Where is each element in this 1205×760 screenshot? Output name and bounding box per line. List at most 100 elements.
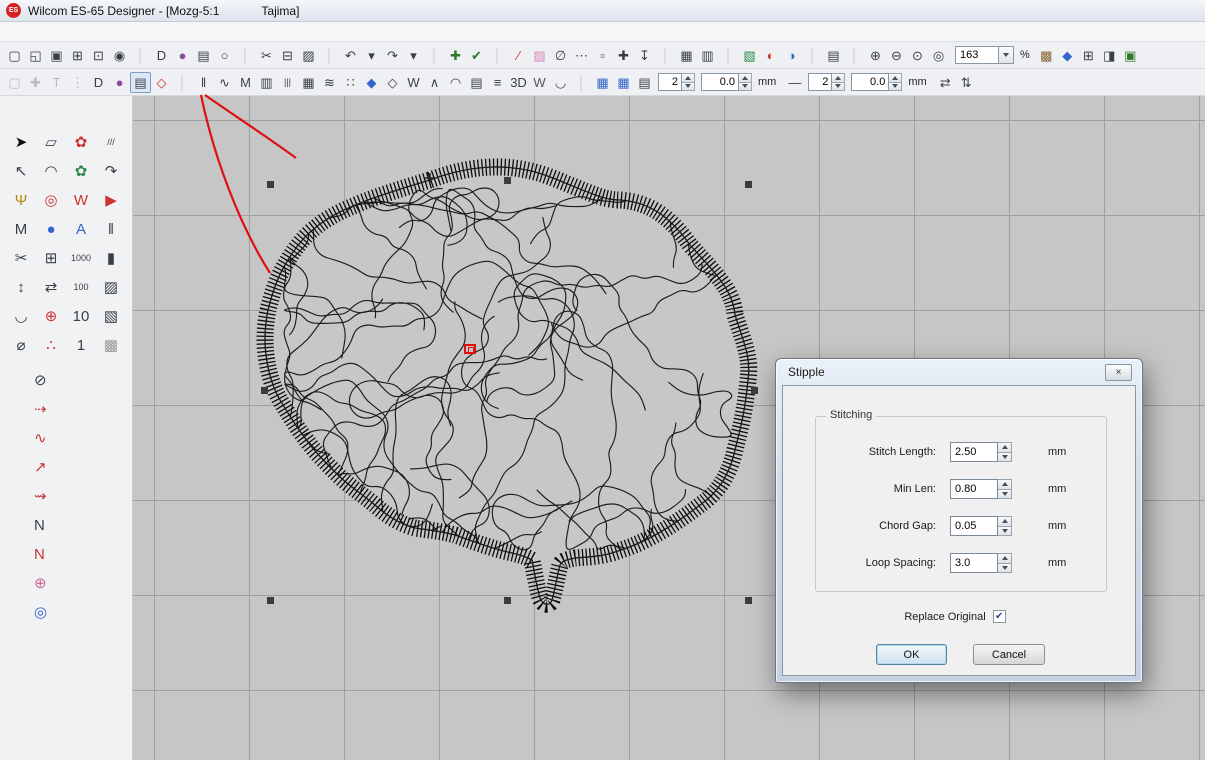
- separator[interactable]: │: [130, 45, 151, 66]
- circle-plus-tool[interactable]: ⊕: [36, 302, 66, 331]
- menu-item[interactable]: [148, 30, 166, 34]
- scroll-icon[interactable]: ⇅: [956, 72, 977, 93]
- brain-fill[interactable]: [265, 167, 749, 604]
- selection-handle[interactable]: [267, 181, 274, 188]
- slow-redraw-icon[interactable]: ∕: [508, 45, 529, 66]
- thread-colors-icon[interactable]: ●: [172, 45, 193, 66]
- motif-icon[interactable]: ∷: [340, 72, 361, 93]
- lettering-disabled-icon[interactable]: T: [46, 72, 67, 93]
- ok-button[interactable]: OK: [876, 644, 947, 665]
- mesh-icon[interactable]: ▨: [529, 45, 550, 66]
- diamond-icon[interactable]: ◆: [361, 72, 382, 93]
- circle-blue-tool[interactable]: ◎: [34, 598, 62, 627]
- table-icon[interactable]: ▥: [697, 45, 718, 66]
- numeric-input[interactable]: 0.05: [950, 516, 1012, 536]
- lettering-tool[interactable]: A: [66, 215, 96, 244]
- ripple-icon[interactable]: ≋: [319, 72, 340, 93]
- node-tool[interactable]: N: [34, 511, 62, 540]
- redo-dropdown-icon[interactable]: ▾: [403, 45, 424, 66]
- selection-handle[interactable]: [261, 387, 268, 394]
- separator[interactable]: │: [802, 45, 823, 66]
- branch-tool[interactable]: Ψ: [6, 186, 36, 215]
- ring-tool[interactable]: ⌀: [6, 331, 36, 360]
- spinner[interactable]: [832, 73, 845, 91]
- close-icon[interactable]: ×: [1105, 364, 1132, 381]
- menu-item[interactable]: [22, 30, 40, 34]
- new-icon[interactable]: ▢: [4, 45, 25, 66]
- separator[interactable]: │: [424, 45, 445, 66]
- spinner[interactable]: [682, 73, 695, 91]
- hoop-icon[interactable]: ○: [214, 45, 235, 66]
- save-icon[interactable]: ▣: [46, 45, 67, 66]
- print-icon[interactable]: ⊡: [88, 45, 109, 66]
- marquee-icon[interactable]: ▫: [592, 45, 613, 66]
- redo-icon[interactable]: ↷: [382, 45, 403, 66]
- globe-tool[interactable]: ●: [36, 215, 66, 244]
- group-tool[interactable]: ⊞: [36, 244, 66, 273]
- numeric-input[interactable]: 0.80: [950, 479, 1012, 499]
- zoom-combo[interactable]: 163: [955, 46, 1014, 64]
- flag-tool[interactable]: ▶: [96, 186, 126, 215]
- insert-disabled-icon[interactable]: ✚: [25, 72, 46, 93]
- undo-icon[interactable]: ↶: [340, 45, 361, 66]
- print-preview-icon[interactable]: ◉: [109, 45, 130, 66]
- process-blue-icon[interactable]: ◑: [781, 45, 802, 66]
- spin-value[interactable]: 0.0: [701, 73, 739, 91]
- separator[interactable]: │: [571, 72, 592, 93]
- spinner[interactable]: [998, 516, 1012, 536]
- spinner[interactable]: [739, 73, 752, 91]
- dialog-title-bar[interactable]: Stipple: [776, 359, 1142, 385]
- replace-original-checkbox[interactable]: ✔: [993, 610, 1006, 623]
- design-icon[interactable]: D: [88, 72, 109, 93]
- tatami-icon[interactable]: ▦: [298, 72, 319, 93]
- select-tool[interactable]: ➤: [6, 128, 36, 157]
- film-icon[interactable]: ▤: [823, 45, 844, 66]
- split-view-icon[interactable]: ◨: [1099, 45, 1120, 66]
- knife-tool[interactable]: ✂: [6, 244, 36, 273]
- arc-tool[interactable]: ↷: [96, 157, 126, 186]
- dome-icon[interactable]: ◡: [550, 72, 571, 93]
- library-icon[interactable]: ▣: [1120, 45, 1141, 66]
- selection-handle[interactable]: [504, 177, 511, 184]
- grid-blue-icon[interactable]: ▦: [592, 72, 613, 93]
- fill-icon[interactable]: ▥: [256, 72, 277, 93]
- list-icon[interactable]: ≡: [487, 72, 508, 93]
- grid-blue2-icon[interactable]: ▦: [613, 72, 634, 93]
- add-stitch-icon[interactable]: ✚: [613, 45, 634, 66]
- empty-icon[interactable]: ∅: [550, 45, 571, 66]
- overview-icon[interactable]: ◆: [1057, 45, 1078, 66]
- gauge-icon[interactable]: —: [784, 72, 805, 93]
- spin-value[interactable]: 2: [808, 73, 832, 91]
- outline-shape-icon[interactable]: ◇: [151, 72, 172, 93]
- chevron-down-icon[interactable]: [999, 46, 1014, 64]
- copy-icon[interactable]: ⊟: [277, 45, 298, 66]
- design-properties-icon[interactable]: D: [151, 45, 172, 66]
- stitch-length-input[interactable]: 0.0: [851, 73, 902, 91]
- stitch-dash-tool[interactable]: ⇝: [34, 482, 62, 511]
- pan-icon[interactable]: ⇄: [935, 72, 956, 93]
- stipple-fill-icon[interactable]: ▤: [130, 72, 151, 93]
- zoom-in-icon[interactable]: ⊕: [865, 45, 886, 66]
- zigzag-icon[interactable]: M: [235, 72, 256, 93]
- ellipse-tool[interactable]: ⊘: [34, 366, 62, 395]
- outline-icon[interactable]: ◇: [382, 72, 403, 93]
- dots-icon[interactable]: ⋯: [571, 45, 592, 66]
- satin-icon[interactable]: ‖: [193, 72, 214, 93]
- process-green-icon[interactable]: ▧: [739, 45, 760, 66]
- numeric-input[interactable]: 2.50: [950, 442, 1012, 462]
- field-value[interactable]: 2.50: [950, 442, 998, 462]
- menu-item[interactable]: [94, 30, 112, 34]
- circle-pink-tool[interactable]: ⊕: [34, 569, 62, 598]
- menu-item[interactable]: [166, 30, 184, 34]
- chevron-icon[interactable]: ∧: [424, 72, 445, 93]
- row-count-input[interactable]: 2: [808, 73, 845, 91]
- arc-icon[interactable]: ◠: [445, 72, 466, 93]
- separator[interactable]: │: [235, 45, 256, 66]
- menu-item[interactable]: [112, 30, 130, 34]
- mirror-tool[interactable]: ⇄: [36, 273, 66, 302]
- cut-icon[interactable]: ✂: [256, 45, 277, 66]
- select-disabled-icon[interactable]: ▢: [4, 72, 25, 93]
- reshape-tool[interactable]: ↖: [6, 157, 36, 186]
- spinner[interactable]: [998, 553, 1012, 573]
- column-tool[interactable]: ‖: [96, 215, 126, 244]
